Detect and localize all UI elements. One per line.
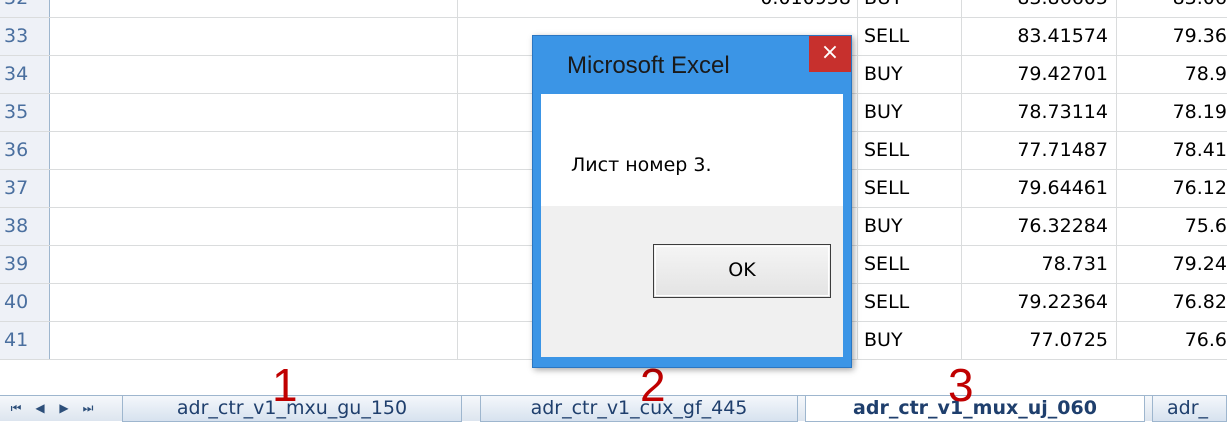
cell-c[interactable]: SELL (858, 132, 962, 169)
cell-d[interactable]: 83.41574 (962, 18, 1117, 55)
cell-c[interactable]: SELL (858, 18, 962, 55)
first-sheet-icon[interactable]: ⏮ (6, 398, 26, 418)
cell-a[interactable] (50, 170, 458, 207)
cell-d[interactable]: 83.86605 (962, 0, 1117, 17)
cell-d[interactable]: 77.0725 (962, 322, 1117, 359)
dialog-title: Microsoft Excel (567, 52, 730, 79)
dialog-body: Лист номер 3. OK (541, 94, 843, 357)
cell-d[interactable]: 78.731 (962, 246, 1117, 283)
sheet-tab-2[interactable]: adr_ctr_v1_cux_gf_445 (480, 396, 798, 422)
cell-e[interactable]: 83.06 (1117, 0, 1227, 17)
row-header[interactable]: 39 (0, 246, 50, 283)
cell-a[interactable] (50, 322, 458, 359)
cell-e[interactable]: 78.41 (1117, 132, 1227, 169)
cell-d[interactable]: 79.64461 (962, 170, 1117, 207)
row-header[interactable]: 34 (0, 56, 50, 93)
cell-a[interactable] (50, 0, 458, 17)
next-sheet-icon[interactable]: ▶ (54, 398, 74, 418)
row-header[interactable]: 41 (0, 322, 50, 359)
cell-c[interactable]: BUY (858, 56, 962, 93)
row-header[interactable]: 37 (0, 170, 50, 207)
row-header[interactable]: 33 (0, 18, 50, 55)
sheet-tab-4[interactable]: adr_ (1152, 396, 1227, 422)
close-icon[interactable]: × (809, 36, 851, 72)
cell-e[interactable]: 76.12 (1117, 170, 1227, 207)
cell-c[interactable]: SELL (858, 170, 962, 207)
cell-d[interactable]: 78.73114 (962, 94, 1117, 131)
cell-e[interactable]: 76.82 (1117, 284, 1227, 321)
cell-a[interactable] (50, 94, 458, 131)
sheet-tab-bar: ⏮ ◀ ▶ ⏭ adr_ctr_v1_mxu_gu_150 adr_ctr_v1… (0, 395, 1227, 422)
row-header[interactable]: 38 (0, 208, 50, 245)
cell-b[interactable]: 0.010958 (458, 0, 858, 17)
cell-e[interactable]: 78.19 (1117, 94, 1227, 131)
cell-c[interactable]: BUY (858, 208, 962, 245)
cell-d[interactable]: 79.42701 (962, 56, 1117, 93)
row-header[interactable]: 32 (0, 0, 50, 17)
cell-d[interactable]: 76.32284 (962, 208, 1117, 245)
cell-a[interactable] (50, 284, 458, 321)
cell-a[interactable] (50, 246, 458, 283)
annotation-number-1: 1 (272, 359, 298, 411)
cell-a[interactable] (50, 132, 458, 169)
ok-button[interactable]: OK (653, 244, 831, 298)
row-header[interactable]: 36 (0, 132, 50, 169)
cell-e[interactable]: 78.9 (1117, 56, 1227, 93)
row-header[interactable]: 35 (0, 94, 50, 131)
cell-c[interactable]: SELL (858, 246, 962, 283)
message-dialog: Microsoft Excel × Лист номер 3. OK (532, 35, 852, 368)
prev-sheet-icon[interactable]: ◀ (30, 398, 50, 418)
row-header[interactable]: 40 (0, 284, 50, 321)
table-row: 32 0.010958BUY83.8660583.06 (0, 0, 1227, 18)
cell-a[interactable] (50, 56, 458, 93)
cell-e[interactable]: 76.6 (1117, 322, 1227, 359)
cell-c[interactable]: SELL (858, 284, 962, 321)
annotation-number-3: 3 (948, 359, 974, 411)
cell-a[interactable] (50, 208, 458, 245)
cell-e[interactable]: 79.36 (1117, 18, 1227, 55)
cell-d[interactable]: 79.22364 (962, 284, 1117, 321)
cell-a[interactable] (50, 18, 458, 55)
cell-c[interactable]: BUY (858, 322, 962, 359)
cell-c[interactable]: BUY (858, 0, 962, 17)
cell-e[interactable]: 75.6 (1117, 208, 1227, 245)
cell-e[interactable]: 79.24 (1117, 246, 1227, 283)
cell-d[interactable]: 77.71487 (962, 132, 1117, 169)
cell-c[interactable]: BUY (858, 94, 962, 131)
annotation-number-2: 2 (640, 359, 666, 411)
last-sheet-icon[interactable]: ⏭ (78, 398, 98, 418)
dialog-message: Лист номер 3. (571, 154, 712, 176)
sheet-tab-3[interactable]: adr_ctr_v1_mux_uj_060 (805, 396, 1145, 422)
